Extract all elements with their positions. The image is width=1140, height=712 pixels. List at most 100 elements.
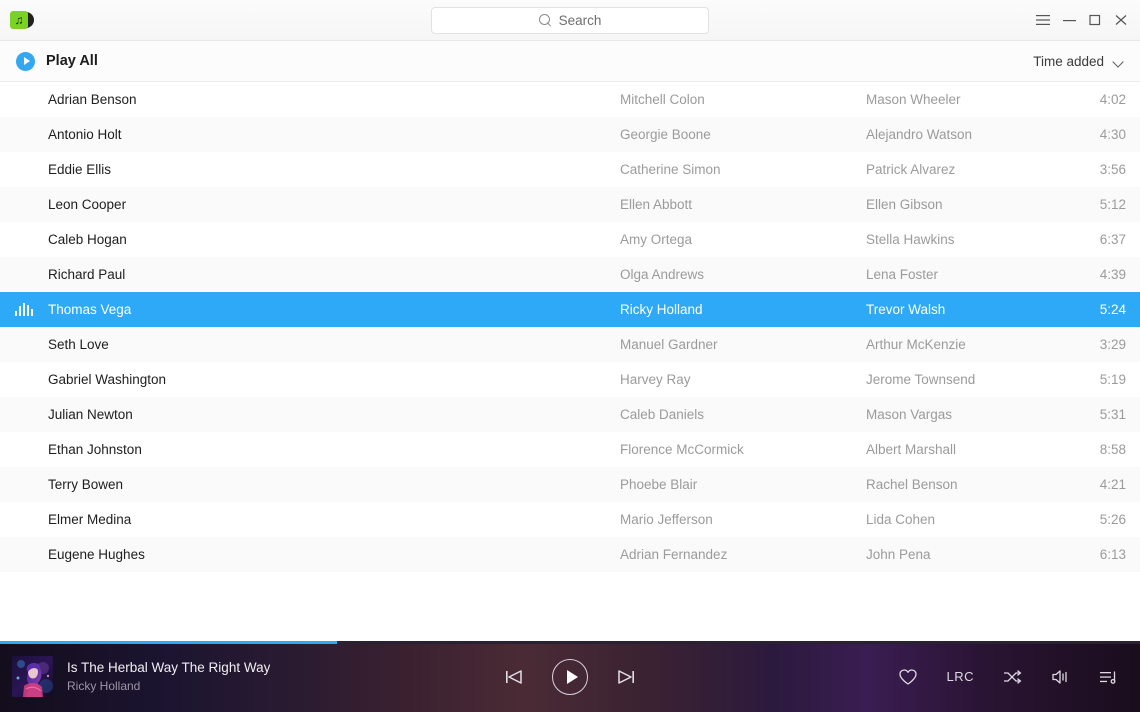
maximize-button[interactable] bbox=[1082, 7, 1108, 33]
track-row[interactable]: Julian Newton Caleb Daniels Mason Vargas 5:… bbox=[0, 397, 1140, 432]
volume-button[interactable] bbox=[1050, 668, 1070, 686]
now-playing-artist: Ricky Holland bbox=[67, 679, 141, 693]
track-title: Adrian Benson bbox=[48, 92, 137, 107]
track-row[interactable]: Eugene Hughes Adrian Fernandez John Pena 6:… bbox=[0, 537, 1140, 572]
track-album: Rachel Benson bbox=[866, 477, 958, 492]
track-duration: 5:19 bbox=[1099, 372, 1126, 387]
album-art[interactable] bbox=[12, 656, 53, 697]
search-icon bbox=[538, 14, 552, 27]
now-playing-text: Is The Herbal Way The Right Way Ricky Ho… bbox=[67, 660, 270, 693]
now-playing-indicator bbox=[0, 303, 48, 316]
track-duration: 3:56 bbox=[1099, 162, 1126, 177]
track-title: Seth Love bbox=[48, 337, 109, 352]
track-duration: 3:29 bbox=[1099, 337, 1126, 352]
track-row[interactable]: Eddie Ellis Catherine Simon Patrick Alvare… bbox=[0, 152, 1140, 187]
lrc-label: LRC bbox=[946, 669, 974, 684]
track-album: Trevor Walsh bbox=[866, 302, 946, 317]
track-row[interactable]: Ethan Johnston Florence McCormick Albert M… bbox=[0, 432, 1140, 467]
track-album: Arthur McKenzie bbox=[866, 337, 966, 352]
music-note-icon: ♫ bbox=[10, 11, 28, 29]
track-row[interactable]: Leon Cooper Ellen Abbott Ellen Gibson 5:12 bbox=[0, 187, 1140, 222]
track-row[interactable]: Seth Love Manuel Gardner Arthur McKenzie 3:… bbox=[0, 327, 1140, 362]
track-album: Jerome Townsend bbox=[866, 372, 976, 387]
track-duration: 8:58 bbox=[1099, 442, 1126, 457]
track-duration: 6:37 bbox=[1099, 232, 1126, 247]
track-album: Stella Hawkins bbox=[866, 232, 955, 247]
track-title: Leon Cooper bbox=[48, 197, 127, 212]
track-artist: Georgie Boone bbox=[620, 127, 711, 142]
track-list[interactable]: Adrian Benson Mitchell Colon Mason Wheeler… bbox=[0, 82, 1140, 641]
track-artist: Amy Ortega bbox=[620, 232, 693, 247]
track-album: Alejandro Watson bbox=[866, 127, 973, 142]
transport-controls bbox=[504, 658, 636, 695]
track-album: Mason Wheeler bbox=[866, 92, 961, 107]
play-button[interactable] bbox=[552, 658, 588, 695]
sort-dropdown[interactable]: Time added bbox=[1033, 54, 1124, 69]
play-all-button[interactable]: Play All bbox=[16, 51, 98, 71]
play-icon bbox=[566, 669, 578, 684]
track-duration: 6:13 bbox=[1099, 547, 1126, 562]
track-duration: 4:21 bbox=[1099, 477, 1126, 492]
track-album: Patrick Alvarez bbox=[866, 162, 956, 177]
track-title: Eugene Hughes bbox=[48, 547, 145, 562]
app-logo-icon: ♫ bbox=[10, 9, 34, 31]
track-album: Lena Foster bbox=[866, 267, 939, 282]
track-title: Ethan Johnston bbox=[48, 442, 142, 457]
track-artist: Ellen Abbott bbox=[620, 197, 693, 212]
track-title: Julian Newton bbox=[48, 407, 133, 422]
music-player-window: ♫ Search Play All Time added Adrian Bens… bbox=[0, 0, 1140, 712]
playlist-button[interactable] bbox=[1098, 668, 1118, 686]
shuffle-button[interactable] bbox=[1002, 668, 1022, 686]
track-artist: Phoebe Blair bbox=[620, 477, 698, 492]
sort-label: Time added bbox=[1033, 53, 1104, 69]
favorite-button[interactable] bbox=[898, 668, 918, 686]
player-right-controls: LRC bbox=[898, 668, 1140, 686]
progress-bar[interactable] bbox=[0, 641, 1140, 644]
menu-button[interactable] bbox=[1030, 7, 1056, 33]
track-row[interactable]: Gabriel Washington Harvey Ray Jerome Towns… bbox=[0, 362, 1140, 397]
track-title: Richard Paul bbox=[48, 267, 126, 282]
track-row[interactable]: Adrian Benson Mitchell Colon Mason Wheeler… bbox=[0, 82, 1140, 117]
window-controls bbox=[1030, 7, 1140, 33]
now-playing-title: Is The Herbal Way The Right Way bbox=[67, 660, 271, 675]
track-duration: 4:30 bbox=[1099, 127, 1126, 142]
title-bar: ♫ Search bbox=[0, 0, 1140, 41]
track-row[interactable]: Terry Bowen Phoebe Blair Rachel Benson 4:21 bbox=[0, 467, 1140, 502]
player-bar: Is The Herbal Way The Right Way Ricky Ho… bbox=[0, 641, 1140, 712]
track-artist: Catherine Simon bbox=[620, 162, 721, 177]
track-artist: Harvey Ray bbox=[620, 372, 691, 387]
track-artist: Florence McCormick bbox=[620, 442, 744, 457]
track-duration: 5:24 bbox=[1099, 302, 1126, 317]
track-album: Albert Marshall bbox=[866, 442, 957, 457]
track-duration: 5:12 bbox=[1099, 197, 1126, 212]
lyrics-button[interactable]: LRC bbox=[946, 669, 974, 684]
previous-button[interactable] bbox=[504, 668, 524, 686]
track-row[interactable]: Antonio Holt Georgie Boone Alejandro Watso… bbox=[0, 117, 1140, 152]
track-album: Ellen Gibson bbox=[866, 197, 943, 212]
list-toolbar: Play All Time added bbox=[0, 41, 1140, 82]
play-circle-icon bbox=[16, 51, 35, 71]
track-artist: Mitchell Colon bbox=[620, 92, 705, 107]
track-row[interactable]: Elmer Medina Mario Jefferson Lida Cohen 5:2… bbox=[0, 502, 1140, 537]
track-row[interactable]: Caleb Hogan Amy Ortega Stella Hawkins 6:37 bbox=[0, 222, 1140, 257]
minimize-button[interactable] bbox=[1056, 7, 1082, 33]
now-playing: Is The Herbal Way The Right Way Ricky Ho… bbox=[0, 656, 420, 697]
track-artist: Adrian Fernandez bbox=[620, 547, 728, 562]
track-album: Mason Vargas bbox=[866, 407, 953, 422]
track-row[interactable]: Thomas Vega Ricky Holland Trevor Walsh 5:24 bbox=[0, 292, 1140, 327]
close-button[interactable] bbox=[1108, 7, 1134, 33]
track-title: Thomas Vega bbox=[48, 302, 132, 317]
track-duration: 4:39 bbox=[1099, 267, 1126, 282]
track-title: Terry Bowen bbox=[48, 477, 124, 492]
track-album: Lida Cohen bbox=[866, 512, 936, 527]
track-album: John Pena bbox=[866, 547, 931, 562]
progress-fill bbox=[0, 641, 338, 644]
track-artist: Mario Jefferson bbox=[620, 512, 713, 527]
track-title: Caleb Hogan bbox=[48, 232, 127, 247]
next-button[interactable] bbox=[616, 668, 636, 686]
search-input[interactable]: Search bbox=[431, 7, 709, 34]
track-artist: Ricky Holland bbox=[620, 302, 703, 317]
track-artist: Manuel Gardner bbox=[620, 337, 718, 352]
track-artist: Olga Andrews bbox=[620, 267, 705, 282]
track-row[interactable]: Richard Paul Olga Andrews Lena Foster 4:39 bbox=[0, 257, 1140, 292]
